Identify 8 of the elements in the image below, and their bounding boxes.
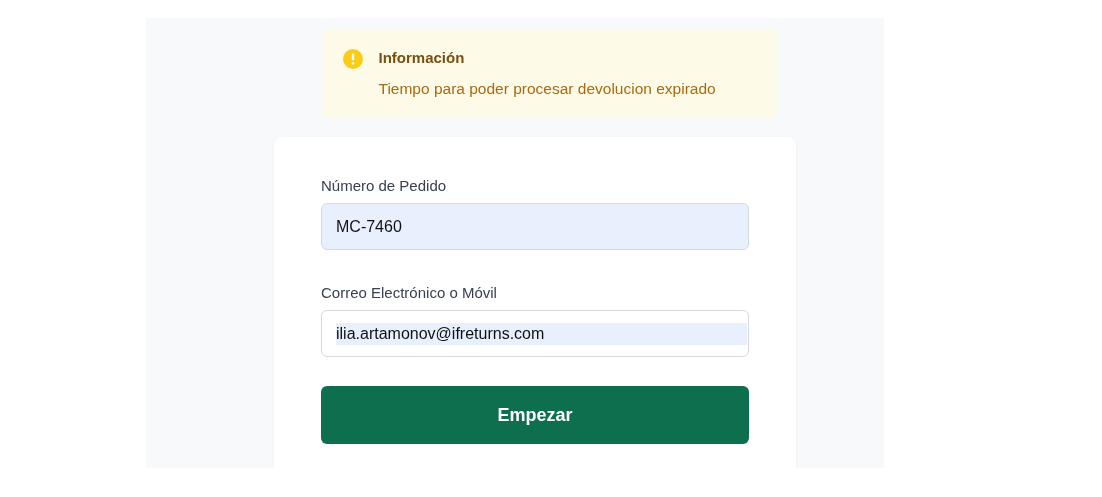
input-field[interactable]: MC-7460: [321, 203, 749, 250]
warning-icon: [342, 49, 363, 69]
input-field[interactable]: ilia.artamonov@ifreturns.com: [321, 310, 749, 357]
field-label: Número de Pedido: [321, 177, 448, 194]
alert-title: Información: [378, 49, 466, 66]
alert-message: Tiempo para poder procesar devolucion expirado: [378, 80, 716, 98]
start-button[interactable]: Empezar: [321, 386, 749, 444]
field-label: Correo Electrónico o Móvil: [321, 284, 498, 301]
